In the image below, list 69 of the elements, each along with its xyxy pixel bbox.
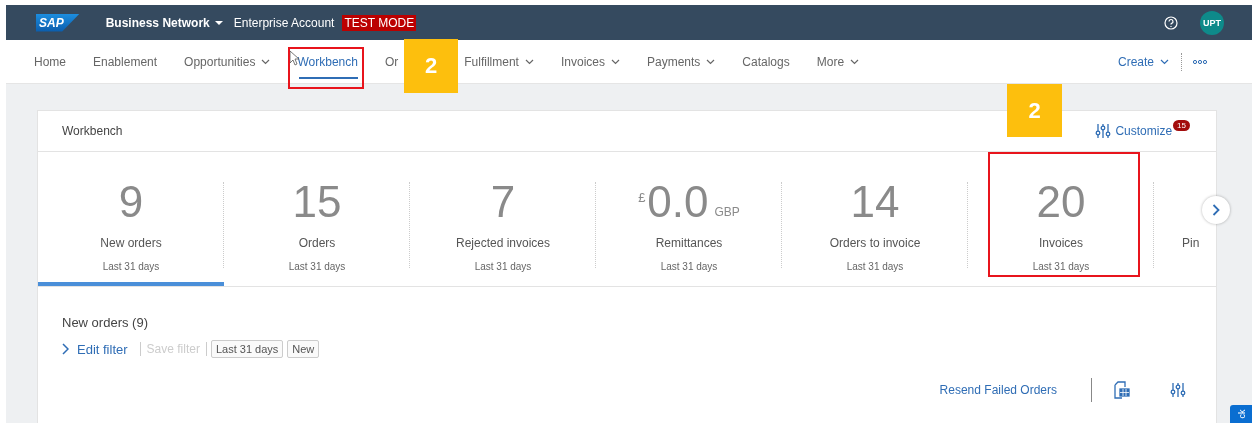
sliders-icon[interactable] — [1170, 382, 1186, 398]
kpi-label: Remittances — [655, 236, 723, 250]
kpi-tile[interactable]: £0.0 GBP Remittances Last 31 days — [596, 152, 782, 286]
kpi-period: Last 31 days — [474, 261, 532, 272]
kpi-value: 9 — [118, 178, 144, 226]
chevron-down-icon — [611, 58, 620, 65]
nav-tab[interactable]: Payments — [647, 40, 716, 83]
kpi-period: Last 31 days — [660, 261, 718, 272]
account-type: Enterprise Account — [233, 15, 335, 30]
kpi-label: New orders — [100, 236, 162, 250]
kpi-period: Last 31 days — [1032, 261, 1090, 272]
nav-tab[interactable]: Catalogs — [742, 40, 790, 83]
list-title: New orders (9) — [62, 315, 149, 330]
kpi-value: 14 — [850, 178, 900, 226]
test-mode-badge: TEST MODE — [342, 14, 417, 31]
user-avatar[interactable]: UPT — [1200, 10, 1224, 35]
kpi-label: Pin — [1182, 236, 1200, 250]
kpi-label: Orders to invoice — [829, 236, 921, 250]
card-title: Workbench — [62, 124, 123, 138]
customize-link[interactable]: Customize — [1095, 123, 1173, 139]
kpi-value: 0.0 — [647, 178, 709, 226]
kpi-tile[interactable]: 15 Orders Last 31 days — [224, 152, 410, 286]
chevron-down-icon — [850, 58, 860, 65]
currency-code: GBP — [714, 206, 740, 218]
chevron-down-icon — [261, 58, 271, 65]
kpi-tile[interactable]: 14 Orders to invoice Last 31 days — [782, 152, 968, 286]
kpi-tile[interactable]: 9 New orders Last 31 days — [38, 152, 224, 286]
chevron-down-icon — [706, 58, 716, 65]
logo[interactable]: SAP — [36, 13, 80, 32]
nav-tab[interactable]: More — [816, 40, 860, 83]
nav-tab[interactable]: Enablement — [93, 40, 158, 83]
filter-chip[interactable]: Last 31 days — [210, 340, 284, 358]
resend-link[interactable]: Resend Failed Orders — [939, 383, 1057, 397]
kpi-value: 15 — [292, 178, 342, 226]
create-menu[interactable]: Create — [1117, 54, 1169, 69]
nav-tab[interactable]: Invoices — [560, 40, 620, 83]
kpi-period: Last 31 days — [846, 261, 904, 272]
kpi-tile[interactable]: 20 Invoices Last 31 days — [968, 152, 1154, 286]
overflow-icon[interactable] — [1192, 58, 1208, 65]
count-badge: 15 — [1173, 119, 1190, 131]
chevron-down-icon — [1160, 58, 1169, 65]
kpi-value: 20 — [1036, 178, 1086, 226]
filter-chip[interactable]: New — [287, 340, 320, 358]
kpi-tile[interactable]: 7 Rejected invoices Last 31 days — [410, 152, 596, 286]
kpi-period: Last 31 days — [102, 261, 160, 272]
kpi-label: Invoices — [1039, 236, 1083, 250]
kpi-value: 7 — [490, 178, 516, 226]
nav-tab[interactable]: Home — [34, 40, 66, 83]
kpi-tile[interactable]: Pin — [1154, 152, 1216, 286]
sliders-icon[interactable] — [1095, 123, 1112, 139]
spreadsheet-icon[interactable] — [1112, 381, 1130, 399]
product-name[interactable]: Business Network — [105, 15, 210, 30]
nav-tab[interactable]: Workbench — [297, 40, 358, 83]
nav-tab[interactable]: Or — [384, 40, 399, 83]
currency-symbol: £ — [638, 189, 646, 207]
step-badge: 2 — [404, 39, 458, 93]
kpi-label: Orders — [298, 236, 336, 250]
edit-filter-link[interactable]: Edit filter — [62, 341, 128, 357]
nav-tab[interactable]: Fulfillment — [464, 40, 534, 83]
nav-tab[interactable]: Opportunities — [184, 40, 271, 83]
kpi-label: Rejected invoices — [455, 236, 551, 250]
help-icon[interactable] — [1164, 15, 1178, 30]
chevron-down-icon — [524, 58, 534, 65]
kpi-period: Last 31 days — [288, 261, 346, 272]
next-button[interactable] — [1202, 196, 1230, 224]
chevron-right-icon — [1212, 204, 1220, 216]
chevron-right-icon — [62, 343, 69, 355]
feedback-tab[interactable]: ck — [1230, 405, 1252, 423]
step-badge: 2 — [1007, 84, 1062, 137]
